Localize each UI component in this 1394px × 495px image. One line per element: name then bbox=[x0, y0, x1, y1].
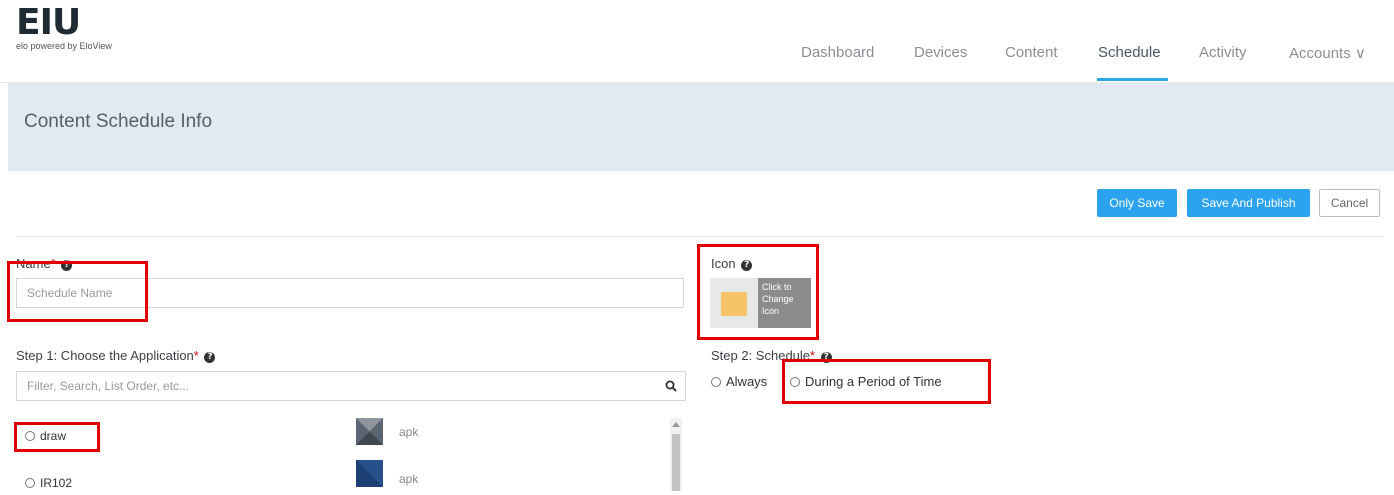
option-label: During a Period of Time bbox=[805, 374, 942, 389]
radio-button[interactable] bbox=[790, 377, 800, 387]
list-item[interactable]: draw apk bbox=[16, 416, 656, 456]
app-icon-preview bbox=[721, 292, 747, 316]
help-icon[interactable]: ? bbox=[741, 260, 753, 271]
search-icon[interactable] bbox=[664, 379, 678, 393]
nav-accounts-dropdown[interactable]: Accounts ∨ bbox=[1289, 44, 1366, 62]
nav-dashboard[interactable]: Dashboard bbox=[801, 44, 874, 61]
save-and-publish-button[interactable]: Save And Publish bbox=[1187, 189, 1310, 217]
step1-label: Step 1: Choose the Application* ? bbox=[16, 348, 216, 363]
radio-button[interactable] bbox=[711, 377, 721, 387]
radio-button[interactable] bbox=[25, 431, 35, 441]
nav-devices[interactable]: Devices bbox=[914, 44, 967, 61]
app-type: apk bbox=[399, 425, 419, 439]
page-title: Content Schedule Info bbox=[24, 111, 213, 132]
option-label: Always bbox=[726, 374, 768, 389]
app-thumbnail bbox=[356, 418, 383, 445]
nav-activity[interactable]: Activity bbox=[1199, 44, 1247, 61]
application-filter-input[interactable] bbox=[16, 371, 686, 401]
scroll-up-arrow[interactable] bbox=[672, 422, 680, 427]
logo-mark: EIU bbox=[16, 2, 81, 43]
radio-button[interactable] bbox=[25, 478, 35, 488]
schedule-always-option[interactable]: Always bbox=[711, 374, 767, 389]
change-icon-button[interactable]: Click to Change Icon bbox=[758, 278, 811, 328]
help-icon[interactable]: ? bbox=[820, 352, 832, 363]
toolbar-divider bbox=[16, 236, 1384, 237]
step2-label: Step 2: Schedule* ? bbox=[711, 348, 832, 363]
scroll-thumb[interactable] bbox=[672, 434, 680, 491]
active-tab-indicator bbox=[1097, 78, 1168, 81]
name-label: Name* ? bbox=[16, 256, 73, 271]
app-name: IR102 bbox=[40, 476, 73, 490]
app-option[interactable]: draw bbox=[25, 429, 66, 443]
step1-label-text: Step 1: Choose the Application bbox=[16, 348, 194, 363]
help-icon[interactable]: ? bbox=[204, 352, 216, 363]
app-thumbnail bbox=[356, 460, 383, 487]
icon-label: Icon ? bbox=[711, 256, 753, 271]
icon-label-text: Icon bbox=[711, 256, 736, 271]
list-item[interactable]: IR102 apk bbox=[16, 455, 656, 495]
page-banner: Content Schedule Info bbox=[8, 83, 1394, 171]
app-name: draw bbox=[40, 429, 67, 443]
list-scrollbar[interactable] bbox=[670, 418, 682, 491]
main-nav: Dashboard Devices Content Schedule Activ… bbox=[0, 36, 1394, 82]
step2-label-text: Step 2: Schedule bbox=[711, 348, 811, 363]
app-option[interactable]: IR102 bbox=[25, 476, 72, 490]
icon-picker[interactable]: Click to Change Icon bbox=[710, 278, 811, 328]
schedule-name-input[interactable] bbox=[16, 278, 684, 308]
cancel-button[interactable]: Cancel bbox=[1319, 189, 1380, 217]
only-save-button[interactable]: Only Save bbox=[1097, 189, 1177, 217]
app-type: apk bbox=[399, 472, 419, 486]
nav-schedule[interactable]: Schedule bbox=[1098, 44, 1161, 61]
required-mark: * bbox=[193, 348, 199, 363]
name-label-text: Name bbox=[16, 256, 51, 271]
required-mark: * bbox=[810, 348, 816, 363]
nav-content[interactable]: Content bbox=[1005, 44, 1058, 61]
schedule-period-option[interactable]: During a Period of Time bbox=[790, 374, 942, 389]
required-mark: * bbox=[50, 256, 56, 271]
help-icon[interactable]: ? bbox=[61, 260, 73, 271]
